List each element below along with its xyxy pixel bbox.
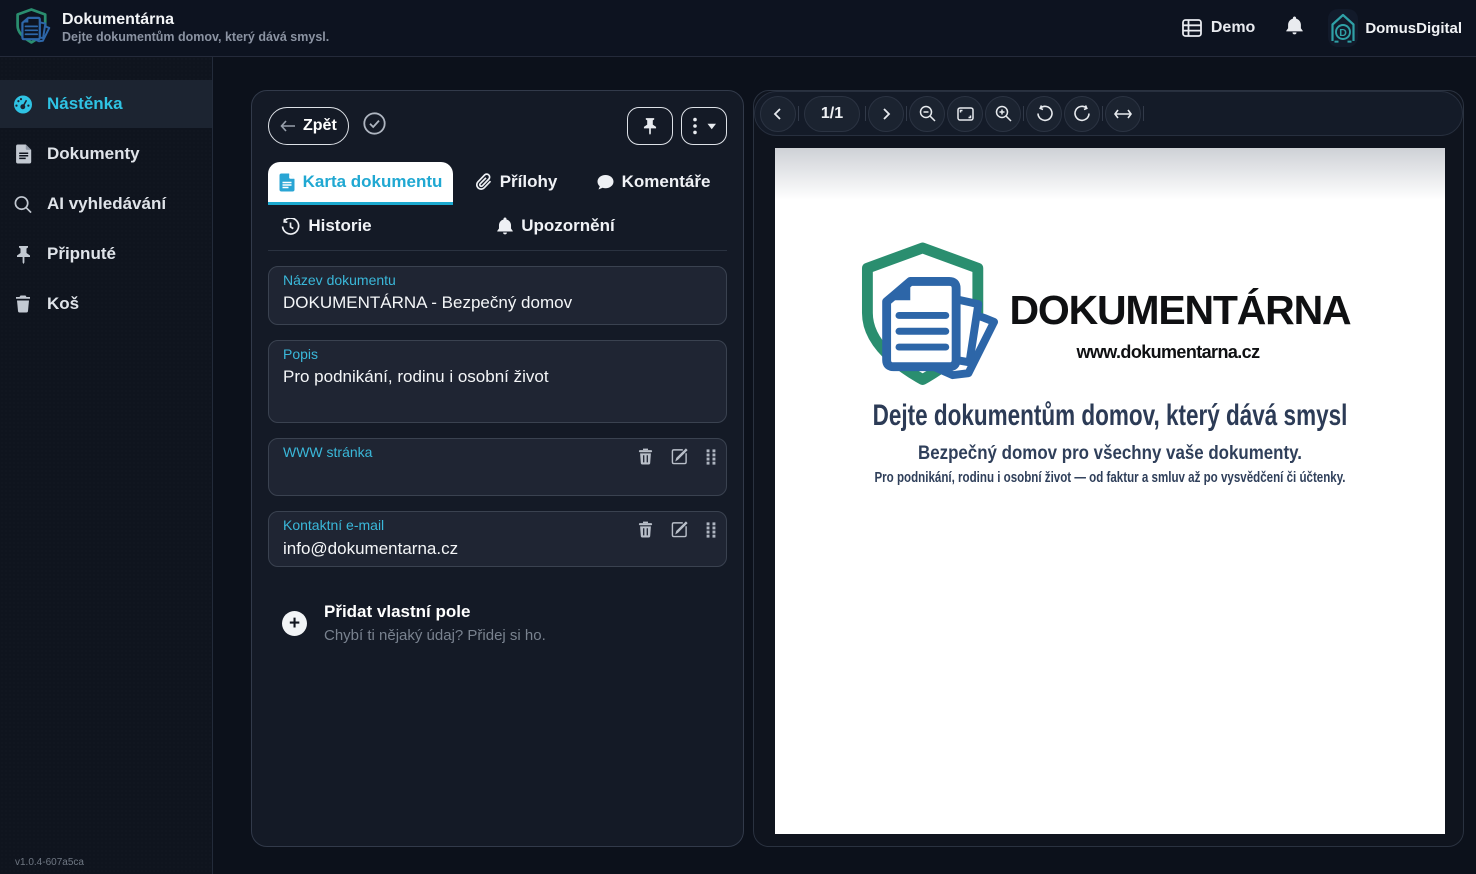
svg-text:D: D — [1340, 27, 1348, 39]
